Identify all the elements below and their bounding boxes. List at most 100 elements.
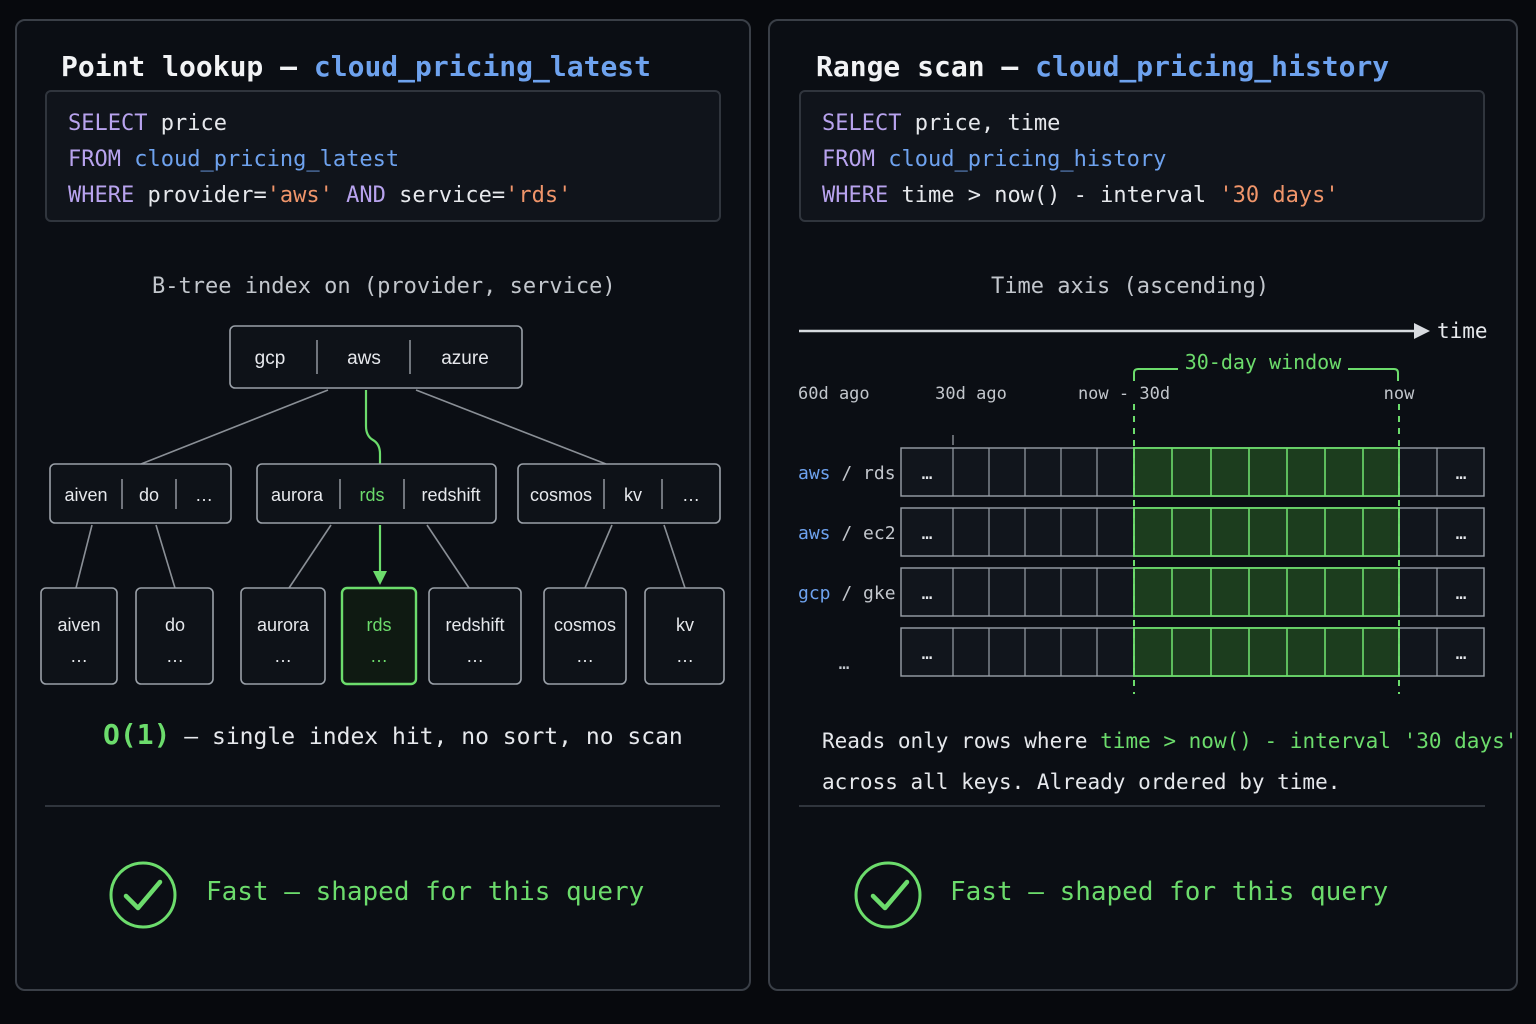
edge-root-mid1 — [140, 389, 329, 465]
tick-label: now - 30d — [1078, 384, 1170, 404]
window-cells — [1134, 568, 1399, 616]
sql-condition: time > now() - interval — [888, 183, 1220, 208]
time-axis-label: time — [1437, 319, 1488, 343]
note-text: Reads only rows where — [822, 729, 1101, 753]
leaf-key: cosmos — [554, 615, 616, 635]
leaf-key: redshift — [445, 615, 504, 635]
row-separator: / — [831, 583, 864, 604]
cell-ellipsis: … — [1456, 463, 1467, 484]
sql-select-line: SELECT price, time — [822, 106, 1483, 142]
range-note-line2: across all keys. Already ordered by time… — [822, 770, 1341, 794]
btree-leaf-node — [135, 587, 214, 685]
edge-mid2-leaf3 — [288, 524, 332, 589]
sql-keyword: FROM — [822, 147, 875, 172]
tick-label: 30d ago — [935, 384, 1007, 404]
right-title-prefix: Range scan — — [816, 50, 1036, 83]
complexity-text: — single index hit, no sort, no scan — [170, 724, 683, 750]
check-icon — [870, 879, 910, 911]
edge-mid2-leaf5 — [426, 524, 470, 589]
row-separator: / — [831, 523, 864, 544]
timeline-row: … … gcp / gke — [798, 567, 1485, 617]
edge-mid3-leaf7 — [663, 524, 686, 589]
row-provider: gcp — [798, 583, 831, 604]
edge-mid1-leaf1 — [75, 524, 93, 589]
leaf-key: aiven — [57, 615, 100, 635]
highlight-arrowhead — [373, 571, 387, 585]
row-provider: aws — [798, 523, 831, 544]
window-cells — [1134, 628, 1399, 676]
leaf-key: aurora — [257, 615, 310, 635]
btree-leaf-node-highlighted — [340, 586, 418, 686]
cell-ellipsis: … — [922, 463, 933, 484]
row-label: gcp / gke — [798, 583, 896, 604]
sql-table: cloud_pricing_history — [888, 147, 1167, 172]
mid-key: … — [682, 485, 700, 505]
window-cells — [1134, 448, 1399, 496]
leaf-more: … — [466, 646, 484, 666]
leaf-more: … — [274, 646, 292, 666]
btree-leaf-node — [644, 587, 725, 685]
sql-keyword: SELECT — [822, 111, 902, 136]
tick-label: now — [1384, 384, 1415, 404]
cell-ellipsis: … — [1456, 523, 1467, 544]
root-key: gcp — [255, 348, 286, 369]
leaf-key: kv — [676, 615, 694, 635]
check-icon — [123, 879, 163, 911]
root-key: aws — [347, 348, 381, 369]
row-service: ec2 — [863, 523, 896, 544]
btree-leaf-node — [428, 587, 522, 685]
row-service: gke — [863, 583, 896, 604]
root-key: azure — [441, 348, 489, 369]
mid-key: cosmos — [530, 485, 592, 505]
check-circle-icon — [109, 861, 177, 929]
row-separator: / — [831, 463, 864, 484]
window-label: 30-day window — [1185, 350, 1342, 374]
leaf-key-highlighted: rds — [366, 615, 391, 635]
leaf-more: … — [370, 646, 388, 666]
leaf-more: … — [70, 646, 88, 666]
mid-key-highlighted: rds — [359, 485, 384, 505]
tick-label: 60d ago — [798, 384, 870, 404]
edge-mid1-leaf2 — [155, 524, 176, 589]
check-circle-icon — [854, 861, 922, 929]
leaf-key: do — [165, 615, 185, 635]
leaf-more: … — [676, 646, 694, 666]
right-verdict: Fast — shaped for this query — [950, 877, 1389, 907]
sql-where-line: WHERE time > now() - interval '30 days' — [822, 178, 1483, 214]
note-expression: time > now() - interval '30 days' — [1100, 729, 1518, 753]
cell-ellipsis: … — [922, 583, 933, 604]
timeline-row: … … aws / ec2 — [798, 507, 1485, 557]
row-service: rds — [863, 463, 896, 484]
right-divider — [799, 805, 1485, 807]
btree-leaf-node — [543, 587, 627, 685]
cell-ellipsis: … — [1456, 643, 1467, 664]
mid-key: redshift — [421, 485, 480, 505]
mid-key: aurora — [271, 485, 324, 505]
cell-ellipsis: … — [922, 523, 933, 544]
range-note-line1: Reads only rows where time > now() - int… — [822, 729, 1517, 753]
mid-key: do — [139, 485, 159, 505]
window-bracket-right — [1348, 368, 1399, 381]
right-title-table: cloud_pricing_history — [1035, 50, 1390, 83]
complexity-summary: O(1) — single index hit, no sort, no sca… — [103, 718, 683, 751]
leaf-more: … — [166, 646, 184, 666]
mid-key: kv — [624, 485, 642, 505]
edge-root-mid3 — [415, 389, 607, 465]
row-label: … — [839, 653, 850, 674]
cell-ellipsis: … — [1456, 583, 1467, 604]
left-verdict: Fast — shaped for this query — [206, 877, 645, 907]
mid-key: aiven — [64, 485, 107, 505]
btree-leaf-node — [240, 587, 326, 685]
sql-columns: price, time — [901, 111, 1061, 136]
left-divider — [45, 805, 720, 807]
time-axis-caption: Time axis (ascending) — [991, 274, 1270, 299]
timeline-row: … … … — [839, 627, 1485, 677]
leaf-more: … — [576, 646, 594, 666]
mid-key: … — [195, 485, 213, 505]
right-sql-block: SELECT price, time FROM cloud_pricing_hi… — [799, 90, 1485, 222]
right-panel-title: Range scan — cloud_pricing_history — [816, 50, 1389, 83]
window-cells — [1134, 508, 1399, 556]
sql-keyword: WHERE — [822, 183, 889, 208]
highlight-path-root-to-rds — [364, 390, 382, 464]
cell-ellipsis: … — [922, 643, 933, 664]
